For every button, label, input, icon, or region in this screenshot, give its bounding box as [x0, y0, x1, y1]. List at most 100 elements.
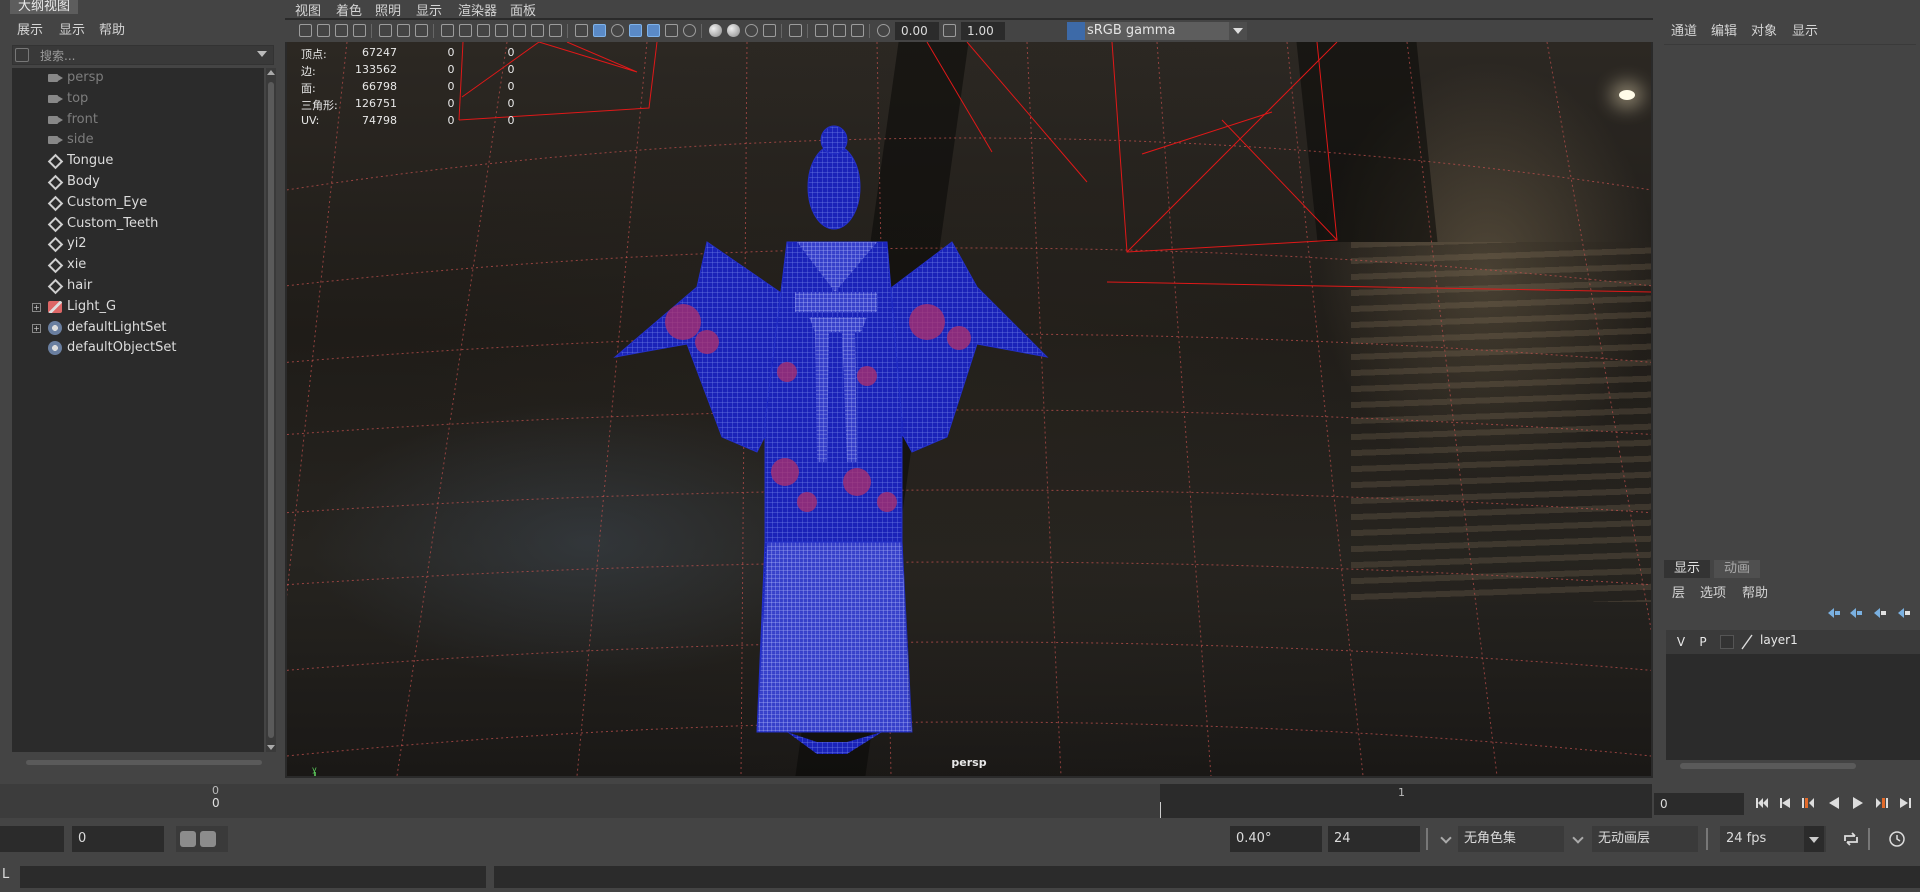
- xray-components-icon[interactable]: [851, 24, 864, 37]
- step-back-key-icon[interactable]: [1800, 795, 1816, 811]
- viewport-menu-show[interactable]: 显示: [416, 0, 442, 19]
- viewport-menu-view[interactable]: 视图: [295, 0, 321, 19]
- gamma-icon[interactable]: [943, 24, 956, 37]
- range-start-handle[interactable]: [180, 831, 196, 847]
- channel-menu-object[interactable]: 对象: [1751, 20, 1777, 39]
- default-material-icon[interactable]: [611, 24, 624, 37]
- grease-pencil-icon[interactable]: [397, 24, 410, 37]
- select-camera-icon[interactable]: [299, 24, 312, 37]
- expand-toggle-icon[interactable]: +: [32, 323, 41, 333]
- search-filter-icon[interactable]: [15, 48, 29, 62]
- outliner-menu-show[interactable]: 展示: [17, 19, 43, 38]
- layer-color-swatch[interactable]: [1720, 635, 1734, 649]
- textured-icon[interactable]: [647, 24, 660, 37]
- layer-edit-icon[interactable]: [1740, 634, 1754, 650]
- viewport-menu-panels[interactable]: 面板: [510, 0, 536, 19]
- xray-icon[interactable]: [815, 24, 828, 37]
- move-layer-down-icon[interactable]: [1848, 606, 1864, 620]
- layer-menu-layers[interactable]: 层: [1672, 582, 1685, 601]
- outliner-item[interactable]: Body: [12, 172, 262, 192]
- range-slider-bar[interactable]: [176, 826, 228, 852]
- color-management-icon[interactable]: [1067, 22, 1085, 40]
- outliner-menu-display[interactable]: 显示: [59, 19, 85, 38]
- xray-joints-icon[interactable]: [833, 24, 846, 37]
- outliner-item[interactable]: Custom_Eye: [12, 193, 262, 213]
- animation-layer-dropdown[interactable]: 无动画层: [1592, 826, 1698, 852]
- animation-end-field[interactable]: 24: [1328, 826, 1420, 852]
- search-dropdown-icon[interactable]: [257, 51, 267, 57]
- smooth-shade-icon[interactable]: [593, 24, 606, 37]
- outliner-item[interactable]: Tongue: [12, 151, 262, 171]
- loop-icon[interactable]: [1842, 831, 1860, 847]
- outliner-item[interactable]: yi2: [12, 234, 262, 254]
- chevron-down-icon[interactable]: [1572, 832, 1584, 844]
- channel-menu-channels[interactable]: 通道: [1671, 20, 1697, 39]
- motion-blur-icon[interactable]: [727, 24, 740, 37]
- layer-menu-options[interactable]: 选项: [1700, 582, 1726, 601]
- 3d-scene-view[interactable]: 顶点: 67247 0 0 边: 133562 0 0 面: 66798 0 0 三角形: 126751 0…: [287, 42, 1651, 776]
- chevron-down-icon[interactable]: [1229, 22, 1247, 40]
- new-layer-from-selection-icon[interactable]: [1896, 606, 1912, 620]
- scroll-thumb[interactable]: [26, 760, 262, 765]
- layer-row[interactable]: V Player1: [1666, 630, 1920, 654]
- outliner-item[interactable]: hair: [12, 276, 262, 296]
- bookmark-icon[interactable]: [335, 24, 348, 37]
- scroll-down-arrow-icon[interactable]: [267, 745, 275, 750]
- field-chart-icon[interactable]: [513, 24, 526, 37]
- time-slider-track[interactable]: 0 0 1: [0, 784, 1652, 818]
- gamma-field[interactable]: 1.00: [961, 22, 1005, 40]
- go-to-start-icon[interactable]: [1754, 795, 1770, 811]
- gate-mask-icon[interactable]: [495, 24, 508, 37]
- animation-preferences-icon[interactable]: [1888, 830, 1906, 848]
- animation-start-field[interactable]: 0: [72, 826, 164, 852]
- new-layer-icon[interactable]: [1872, 606, 1888, 620]
- outliner-item[interactable]: front: [12, 110, 262, 130]
- scroll-up-arrow-icon[interactable]: [267, 70, 275, 75]
- exposure-field[interactable]: 0.00: [895, 22, 939, 40]
- outliner-vertical-scrollbar[interactable]: [266, 68, 276, 752]
- current-frame-field[interactable]: 0: [1654, 793, 1744, 815]
- brush-icon[interactable]: [415, 24, 428, 37]
- depth-of-field-icon[interactable]: [763, 24, 776, 37]
- layer-menu-help[interactable]: 帮助: [1742, 582, 1768, 601]
- wireframe-on-shaded-icon[interactable]: [629, 24, 642, 37]
- channel-menu-edit[interactable]: 编辑: [1711, 20, 1737, 39]
- viewport-menu-lighting[interactable]: 照明: [375, 0, 401, 19]
- viewport-menu-renderer[interactable]: 渲染器: [458, 0, 497, 19]
- outliner-search-input[interactable]: [40, 48, 240, 64]
- camera-attributes-icon[interactable]: [317, 24, 330, 37]
- outliner-item[interactable]: side: [12, 130, 262, 150]
- layer-visibility-toggle[interactable]: V: [1672, 633, 1690, 651]
- view-transform-dropdown[interactable]: sRGB gamma: [1067, 22, 1247, 40]
- 2d-pan-zoom-icon[interactable]: [379, 24, 392, 37]
- multisample-aa-icon[interactable]: [745, 24, 758, 37]
- outliner-item[interactable]: defaultObjectSet: [12, 338, 262, 358]
- layer-playback-toggle[interactable]: P: [1694, 633, 1712, 651]
- layer-list-scrollbar[interactable]: [1666, 760, 1920, 772]
- outliner-item[interactable]: + Light_G: [12, 297, 262, 317]
- channel-menu-show[interactable]: 显示: [1792, 20, 1818, 39]
- isolate-select-icon[interactable]: [789, 24, 802, 37]
- shadows-icon[interactable]: [683, 24, 696, 37]
- step-back-icon[interactable]: [1778, 795, 1794, 811]
- focal-angle-field[interactable]: 0.40°: [1230, 826, 1322, 852]
- outliner-item[interactable]: persp: [12, 68, 262, 88]
- image-plane-icon[interactable]: [353, 24, 366, 37]
- tab-display-layers[interactable]: 显示: [1664, 560, 1711, 578]
- viewport-menu-shading[interactable]: 着色: [336, 0, 362, 19]
- fps-dropdown[interactable]: 24 fps: [1720, 826, 1826, 852]
- play-forwards-icon[interactable]: [1850, 795, 1866, 811]
- wireframe-icon[interactable]: [575, 24, 588, 37]
- chevron-down-icon[interactable]: [1440, 832, 1452, 844]
- film-gate-icon[interactable]: [459, 24, 472, 37]
- move-layer-up-icon[interactable]: [1826, 606, 1842, 620]
- character-set-dropdown[interactable]: 无角色集: [1458, 826, 1564, 852]
- grid-icon[interactable]: [441, 24, 454, 37]
- expand-toggle-icon[interactable]: +: [32, 302, 41, 312]
- play-backwards-icon[interactable]: [1826, 795, 1842, 811]
- command-input[interactable]: [20, 866, 486, 888]
- script-language-label[interactable]: L: [2, 867, 9, 882]
- start-time-field[interactable]: [0, 826, 64, 852]
- exposure-icon[interactable]: [877, 24, 890, 37]
- outliner-item[interactable]: top: [12, 89, 262, 109]
